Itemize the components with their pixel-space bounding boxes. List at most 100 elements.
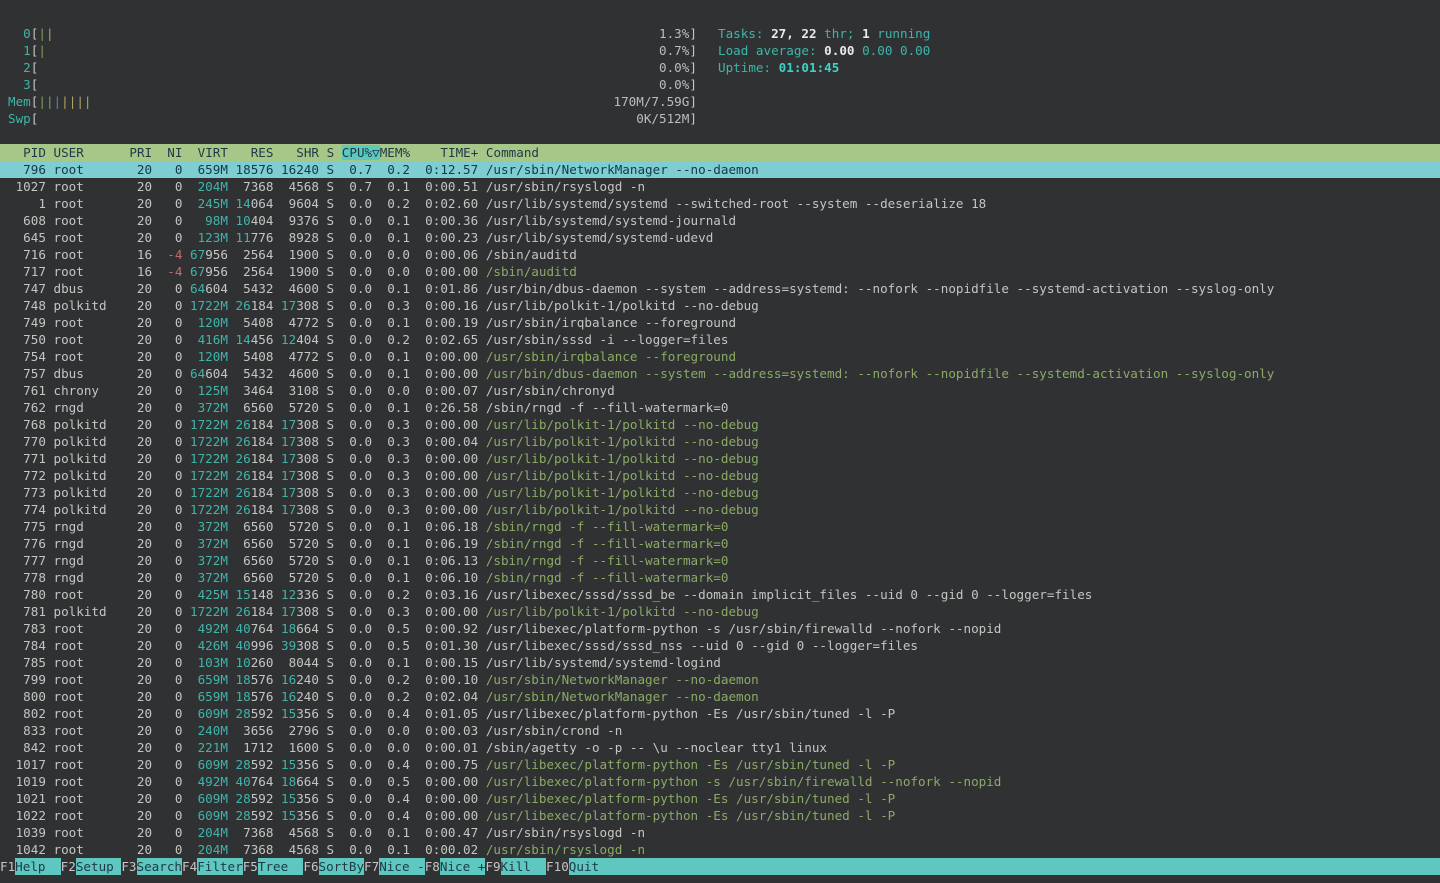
process-command: /usr/lib/systemd/systemd --switched-root… [486,196,986,211]
process-row-pid-796[interactable]: 796 root 20 0 659M 18576 16240 S 0.7 0.2… [0,161,1440,178]
process-row-pid-762[interactable]: 762 rngd 20 0 372M 6560 5720 S 0.0 0.1 0… [0,399,1440,416]
process-row-pid-778[interactable]: 778 rngd 20 0 372M 6560 5720 S 0.0 0.1 0… [0,569,1440,586]
column-header-shr[interactable]: SHR [281,145,319,160]
process-command: /sbin/auditd [486,247,577,262]
column-header-cpu[interactable]: CPU% [342,145,372,160]
fkey-f5-key[interactable]: F5 [243,858,258,875]
swp-label: Swp [8,111,31,126]
fkey-f2-key[interactable]: F2 [61,858,76,875]
process-row-pid-645[interactable]: 645 root 20 0 123M 11776 8928 S 0.0 0.1 … [0,229,1440,246]
process-row-pid-842[interactable]: 842 root 20 0 221M 1712 1600 S 0.0 0.0 0… [0,739,1440,756]
process-command: /usr/lib/polkit-1/polkitd --no-debug [486,434,759,449]
process-command: /usr/lib/systemd/systemd-journald [486,213,736,228]
process-command: /sbin/rngd -f --fill-watermark=0 [486,553,729,568]
process-row-pid-802[interactable]: 802 root 20 0 609M 28592 15356 S 0.0 0.4… [0,705,1440,722]
process-command: /usr/lib/polkit-1/polkitd --no-debug [486,451,759,466]
process-command: /usr/lib/polkit-1/polkitd --no-debug [486,604,759,619]
process-command: /sbin/rngd -f --fill-watermark=0 [486,519,729,534]
process-row-pid-783[interactable]: 783 root 20 0 492M 40764 18664 S 0.0 0.5… [0,620,1440,637]
process-row-pid-1039[interactable]: 1039 root 20 0 204M 7368 4568 S 0.0 0.1 … [0,824,1440,841]
column-header-ni[interactable]: NI [160,145,183,160]
process-command: /sbin/rngd -f --fill-watermark=0 [486,400,729,415]
process-row-pid-833[interactable]: 833 root 20 0 240M 3656 2796 S 0.0 0.0 0… [0,722,1440,739]
load-average: Load average: 0.00 0.00 0.00 [718,42,930,59]
process-row-pid-771[interactable]: 771 polkitd 20 0 1722M 26184 17308 S 0.0… [0,450,1440,467]
fkey-f6-key[interactable]: F6 [303,858,318,875]
process-row-pid-716[interactable]: 716 root 16 -4 67956 2564 1900 S 0.0 0.0… [0,246,1440,263]
process-command: /usr/lib/polkit-1/polkitd --no-debug [486,502,759,517]
process-row-pid-717[interactable]: 717 root 16 -4 67956 2564 1900 S 0.0 0.0… [0,263,1440,280]
process-row-pid-781[interactable]: 781 polkitd 20 0 1722M 26184 17308 S 0.0… [0,603,1440,620]
process-row-pid-785[interactable]: 785 root 20 0 103M 10260 8044 S 0.0 0.1 … [0,654,1440,671]
process-command: /usr/sbin/chronyd [486,383,615,398]
fkey-f7-key[interactable]: F7 [364,858,379,875]
process-row-pid-800[interactable]: 800 root 20 0 659M 18576 16240 S 0.0 0.2… [0,688,1440,705]
process-row-pid-748[interactable]: 748 polkitd 20 0 1722M 26184 17308 S 0.0… [0,297,1440,314]
process-command: /usr/sbin/NetworkManager --no-daemon [486,689,759,704]
fkey-f4-label-filter[interactable]: Filter [197,858,243,875]
process-command: /usr/libexec/platform-python -s /usr/sbi… [486,621,1002,636]
cpu-0-value: 1.3% [659,25,689,42]
process-row-pid-1019[interactable]: 1019 root 20 0 492M 40764 18664 S 0.0 0.… [0,773,1440,790]
fkey-f3-label-search[interactable]: Search [137,858,183,875]
tasks-summary: Tasks: 27, 22 thr; 1 running [718,25,930,42]
process-command: /usr/libexec/sssd/sssd_be --domain impli… [486,587,1093,602]
process-row-pid-1022[interactable]: 1022 root 20 0 609M 28592 15356 S 0.0 0.… [0,807,1440,824]
process-row-pid-772[interactable]: 772 polkitd 20 0 1722M 26184 17308 S 0.0… [0,467,1440,484]
cpu-0-label: 0 [8,26,31,41]
process-row-pid-775[interactable]: 775 rngd 20 0 372M 6560 5720 S 0.0 0.1 0… [0,518,1440,535]
process-row-pid-768[interactable]: 768 polkitd 20 0 1722M 26184 17308 S 0.0… [0,416,1440,433]
process-row-pid-770[interactable]: 770 polkitd 20 0 1722M 26184 17308 S 0.0… [0,433,1440,450]
column-header-virt[interactable]: VIRT [190,145,228,160]
fkey-f8-key[interactable]: F8 [425,858,440,875]
process-row-pid-754[interactable]: 754 root 20 0 120M 5408 4772 S 0.0 0.1 0… [0,348,1440,365]
process-row-pid-780[interactable]: 780 root 20 0 425M 15148 12336 S 0.0 0.2… [0,586,1440,603]
process-row-pid-749[interactable]: 749 root 20 0 120M 5408 4772 S 0.0 0.1 0… [0,314,1440,331]
fkey-f8-label-nice[interactable]: Nice + [440,858,486,875]
process-command: /usr/sbin/rsyslogd -n [486,179,645,194]
process-row-pid-776[interactable]: 776 rngd 20 0 372M 6560 5720 S 0.0 0.1 0… [0,535,1440,552]
process-row-pid-747[interactable]: 747 dbus 20 0 64604 5432 4600 S 0.0 0.1 … [0,280,1440,297]
process-row-pid-608[interactable]: 608 root 20 0 98M 10404 9376 S 0.0 0.1 0… [0,212,1440,229]
fkey-f1-label-help[interactable]: Help [15,858,61,875]
process-command: /sbin/rngd -f --fill-watermark=0 [486,536,729,551]
column-header-mem[interactable]: MEM% [380,145,410,160]
cpu-3-meter: 3[0.0%] [0,76,1440,93]
mem-meter: Mem[|||||||170M/7.59G] [0,93,1440,110]
fkey-f9-label-kill[interactable]: Kill [501,858,547,875]
process-row-pid-773[interactable]: 773 polkitd 20 0 1722M 26184 17308 S 0.0… [0,484,1440,501]
fkey-f7-label-nice[interactable]: Nice - [379,858,425,875]
column-header-command[interactable]: Command [486,145,539,160]
process-row-pid-777[interactable]: 777 rngd 20 0 372M 6560 5720 S 0.0 0.1 0… [0,552,1440,569]
process-row-pid-750[interactable]: 750 root 20 0 416M 14456 12404 S 0.0 0.2… [0,331,1440,348]
column-header-time+[interactable]: TIME+ [418,145,479,160]
process-row-pid-774[interactable]: 774 polkitd 20 0 1722M 26184 17308 S 0.0… [0,501,1440,518]
mem-bars: ||||||| [38,93,91,110]
process-row-pid-1042[interactable]: 1042 root 20 0 204M 7368 4568 S 0.0 0.1 … [0,841,1440,858]
process-row-pid-1027[interactable]: 1027 root 20 0 204M 7368 4568 S 0.7 0.1 … [0,178,1440,195]
process-row-pid-799[interactable]: 799 root 20 0 659M 18576 16240 S 0.0 0.2… [0,671,1440,688]
process-row-pid-1021[interactable]: 1021 root 20 0 609M 28592 15356 S 0.0 0.… [0,790,1440,807]
process-row-pid-757[interactable]: 757 dbus 20 0 64604 5432 4600 S 0.0 0.1 … [0,365,1440,382]
fkey-f9-key[interactable]: F9 [485,858,500,875]
process-command: /usr/lib/polkit-1/polkitd --no-debug [486,485,759,500]
process-row-pid-1[interactable]: 1 root 20 0 245M 14064 9604 S 0.0 0.2 0:… [0,195,1440,212]
process-row-pid-1017[interactable]: 1017 root 20 0 609M 28592 15356 S 0.0 0.… [0,756,1440,773]
fkey-f5-label-tree[interactable]: Tree [258,858,304,875]
column-header-pid[interactable]: PID [8,145,46,160]
fkey-f3-key[interactable]: F3 [121,858,136,875]
fkey-f6-label-sortby[interactable]: SortBy [319,858,365,875]
process-command: /usr/sbin/NetworkManager --no-daemon [486,162,759,177]
fkey-f1-key[interactable]: F1 [0,858,15,875]
process-row-pid-784[interactable]: 784 root 20 0 426M 40996 39308 S 0.0 0.5… [0,637,1440,654]
fkey-f10-label-quit[interactable]: Quit [569,858,1440,875]
fkey-f10-key[interactable]: F10 [546,858,569,875]
swp-meter: Swp[0K/512M] [0,110,1440,127]
fkey-f4-key[interactable]: F4 [182,858,197,875]
process-row-pid-761[interactable]: 761 chrony 20 0 125M 3464 3108 S 0.0 0.0… [0,382,1440,399]
process-command: /usr/sbin/rsyslogd -n [486,842,645,857]
fkey-f2-label-setup[interactable]: Setup [76,858,122,875]
column-header-pri[interactable]: PRI [129,145,152,160]
column-header-res[interactable]: RES [236,145,274,160]
column-header-user[interactable]: USER [54,145,122,160]
